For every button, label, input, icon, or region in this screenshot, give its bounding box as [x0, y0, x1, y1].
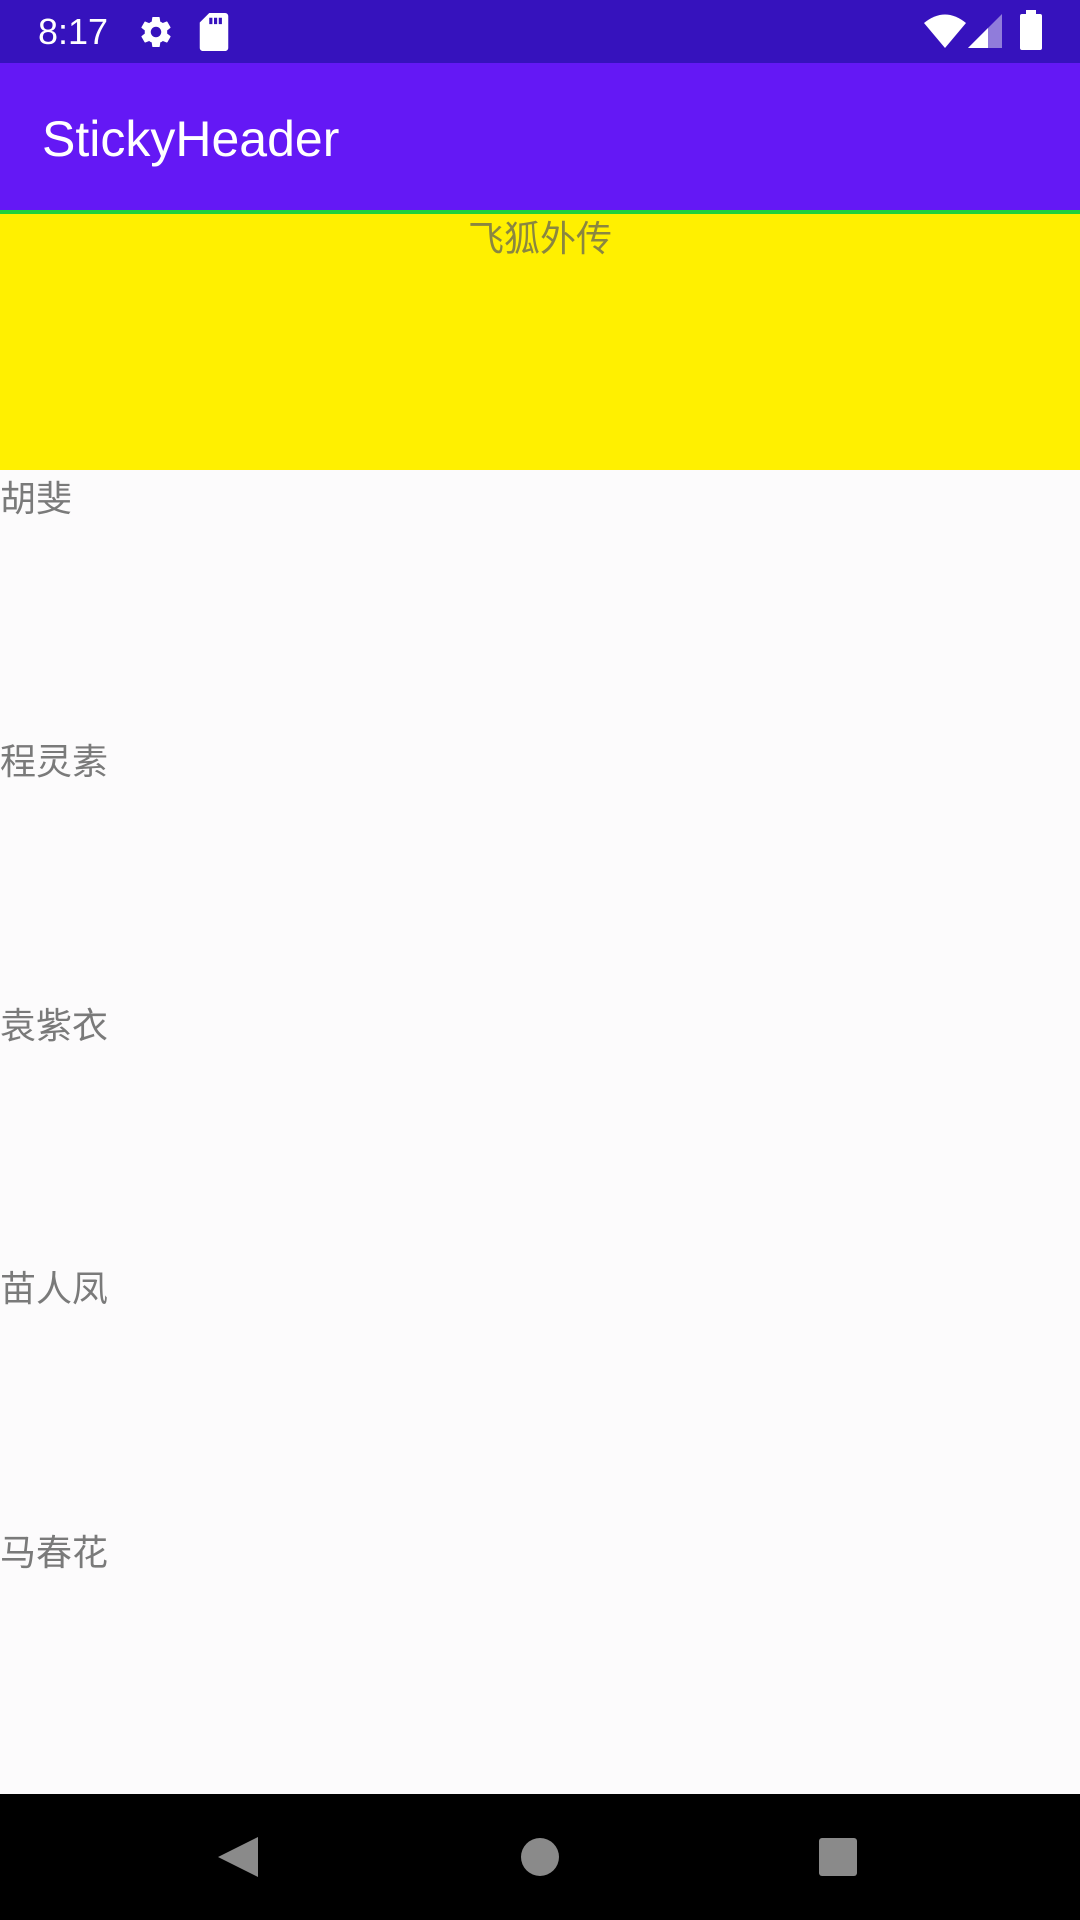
list-item[interactable]: 马春花: [0, 1524, 1080, 1787]
list-item-label: 袁紫衣: [0, 1006, 109, 1047]
character-list[interactable]: 胡斐 程灵素 袁紫衣 苗人凤 马春花: [0, 470, 1080, 1794]
status-bar: 8:17: [0, 0, 1080, 63]
home-icon: [521, 1838, 559, 1876]
sticky-header-title: 飞狐外传: [467, 219, 612, 260]
home-button[interactable]: [505, 1822, 575, 1892]
list-item[interactable]: 程灵素: [0, 733, 1080, 996]
list-item[interactable]: 袁紫衣: [0, 997, 1080, 1260]
list-item-label: 苗人凤: [0, 1269, 109, 1310]
gear-icon: [141, 17, 171, 48]
back-icon: [218, 1837, 258, 1877]
list-item-label: 胡斐: [0, 479, 73, 520]
list-item-label: 程灵素: [0, 742, 109, 783]
recents-button[interactable]: [803, 1822, 873, 1892]
screen: 8:17 StickyHeader 飞狐外传 胡斐 程灵素 袁紫衣 苗人凤 马春…: [0, 0, 1080, 1920]
sd-card-icon: [199, 13, 229, 51]
app-bar: StickyHeader: [0, 63, 1080, 210]
back-button[interactable]: [203, 1822, 273, 1892]
navigation-bar: [0, 1794, 1080, 1920]
wifi-icon: [924, 14, 966, 48]
list-item-label: 马春花: [0, 1533, 109, 1574]
recents-icon: [819, 1838, 857, 1876]
battery-icon: [1020, 10, 1042, 50]
signal-icon: [968, 14, 1002, 48]
list-item[interactable]: 胡斐: [0, 470, 1080, 733]
sticky-section-header: 飞狐外传: [0, 214, 1080, 470]
list-item[interactable]: 苗人凤: [0, 1260, 1080, 1523]
status-time: 8:17: [38, 11, 109, 52]
app-title: StickyHeader: [42, 111, 340, 167]
